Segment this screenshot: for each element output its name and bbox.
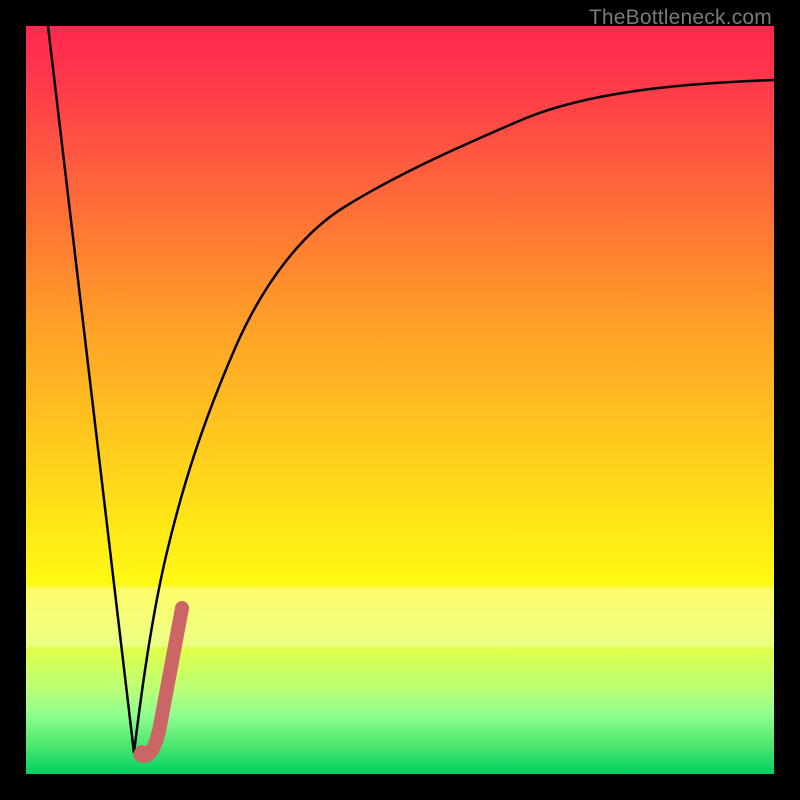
left-descent-line <box>48 26 134 753</box>
pink-accent-line <box>140 608 182 756</box>
curve-layer <box>26 26 774 774</box>
watermark-text: TheBottleneck.com <box>589 6 772 30</box>
main-curve-line <box>134 80 774 753</box>
chart-area <box>26 26 774 774</box>
